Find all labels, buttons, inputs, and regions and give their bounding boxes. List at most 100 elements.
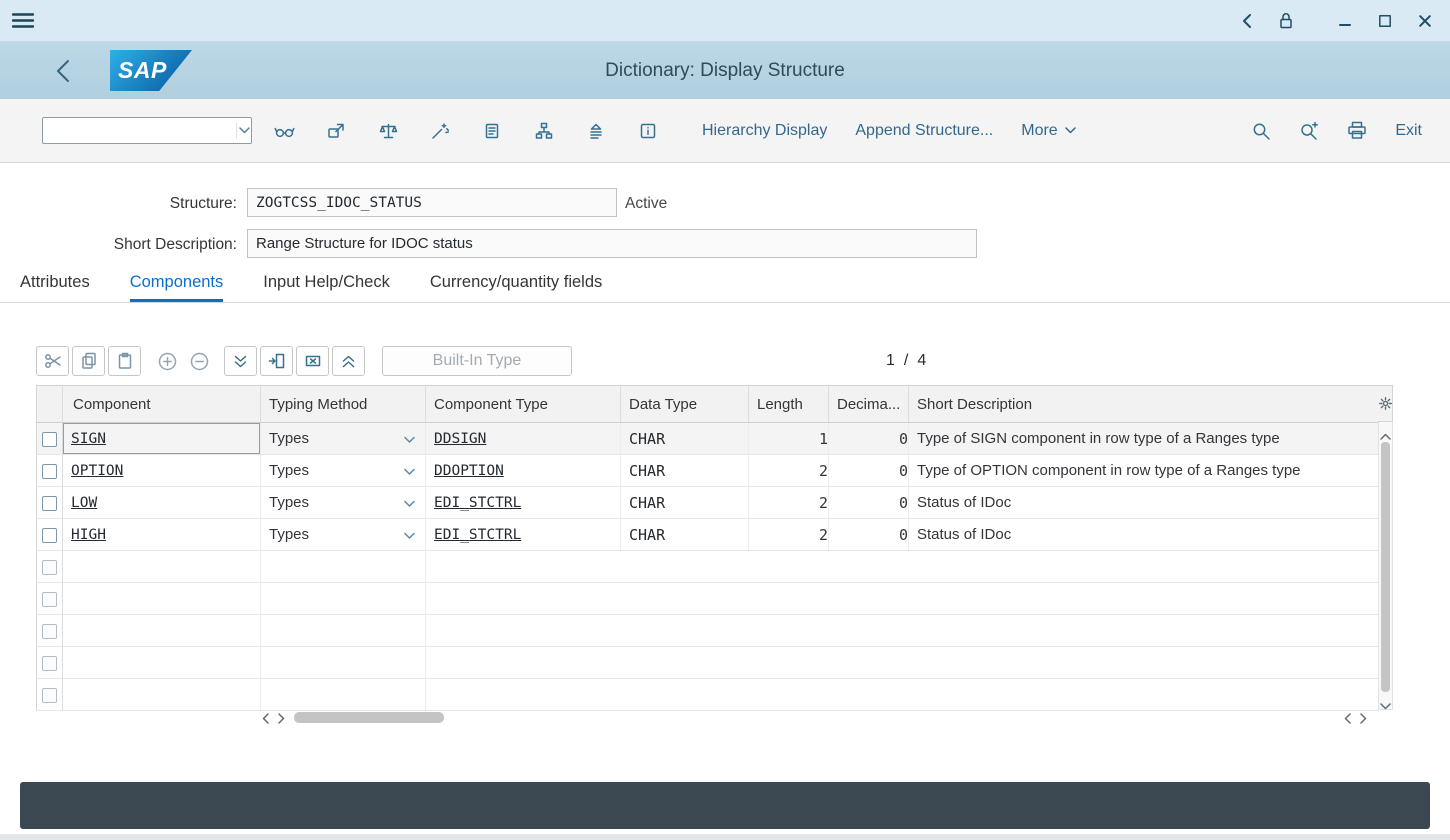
horizontal-scrollbar-thumb[interactable]: [294, 712, 444, 723]
delete-line-icon[interactable]: [296, 346, 329, 376]
cell-short-description[interactable]: Status of IDoc: [909, 519, 1379, 551]
cell-empty[interactable]: [426, 615, 1379, 647]
append-structure-button[interactable]: Append Structure...: [855, 122, 993, 140]
session-back-icon[interactable]: [1242, 13, 1252, 29]
sort-icon[interactable]: [570, 113, 622, 149]
column-header-component-type[interactable]: Component Type: [426, 386, 621, 423]
search-more-icon[interactable]: [1285, 113, 1333, 149]
cell-select[interactable]: [37, 615, 63, 647]
cell-component-type[interactable]: DDSIGN: [426, 423, 621, 455]
add-row-icon[interactable]: [152, 346, 182, 376]
cell-typing-method[interactable]: [261, 679, 426, 711]
tab-currency-quantity-fields[interactable]: Currency/quantity fields: [430, 268, 602, 302]
cell-component[interactable]: LOW: [63, 487, 261, 519]
column-header-data-type[interactable]: Data Type: [621, 386, 749, 423]
cell-length[interactable]: 1: [749, 423, 829, 455]
row-checkbox[interactable]: [42, 688, 57, 703]
cell-typing-method[interactable]: [261, 551, 426, 583]
cell-component[interactable]: OPTION: [63, 455, 261, 487]
short-description-input[interactable]: [256, 235, 968, 252]
component-link[interactable]: LOW: [71, 495, 97, 511]
activate-icon[interactable]: [414, 113, 466, 149]
cell-select[interactable]: [37, 519, 63, 551]
scroll-to-top-icon[interactable]: [332, 346, 365, 376]
row-checkbox[interactable]: [42, 560, 57, 575]
cell-typing-method[interactable]: [261, 647, 426, 679]
insert-line-icon[interactable]: [260, 346, 293, 376]
cell-decimals[interactable]: 0: [829, 455, 909, 487]
close-icon[interactable]: [1418, 14, 1432, 28]
cell-component[interactable]: [63, 583, 261, 615]
row-checkbox[interactable]: [42, 528, 57, 543]
cell-typing-method[interactable]: Types: [261, 487, 426, 519]
copy-icon[interactable]: [72, 346, 105, 376]
component-type-link[interactable]: EDI_STCTRL: [434, 495, 521, 511]
column-header-decimals[interactable]: Decima...: [829, 386, 909, 423]
cell-component[interactable]: [63, 647, 261, 679]
cell-short-description[interactable]: Type of SIGN component in row type of a …: [909, 423, 1379, 455]
print-icon[interactable]: [1333, 113, 1381, 149]
cell-data-type[interactable]: CHAR: [621, 519, 749, 551]
cell-length[interactable]: 2: [749, 455, 829, 487]
command-field[interactable]: [42, 117, 252, 144]
cell-empty[interactable]: [426, 679, 1379, 711]
cell-typing-method[interactable]: Types: [261, 455, 426, 487]
row-checkbox[interactable]: [42, 592, 57, 607]
cell-short-description[interactable]: Status of IDoc: [909, 487, 1379, 519]
tab-components[interactable]: Components: [130, 268, 224, 302]
cell-length[interactable]: 2: [749, 487, 829, 519]
more-button[interactable]: More: [1021, 122, 1075, 140]
exit-button[interactable]: Exit: [1395, 122, 1422, 140]
cell-data-type[interactable]: CHAR: [621, 487, 749, 519]
cell-component[interactable]: [63, 551, 261, 583]
scroll-down-icon[interactable]: [1380, 697, 1391, 715]
cell-component[interactable]: [63, 679, 261, 711]
cell-select[interactable]: [37, 647, 63, 679]
display-change-icon[interactable]: [258, 113, 310, 149]
menu-icon[interactable]: [12, 12, 34, 29]
component-type-link[interactable]: DDOPTION: [434, 463, 504, 479]
chevron-down-icon[interactable]: [236, 122, 251, 140]
cell-short-description[interactable]: Type of OPTION component in row type of …: [909, 455, 1379, 487]
cell-typing-method[interactable]: Types: [261, 423, 426, 455]
cell-select[interactable]: [37, 551, 63, 583]
cell-typing-method[interactable]: [261, 583, 426, 615]
chevron-down-icon[interactable]: [404, 430, 415, 447]
row-checkbox[interactable]: [42, 432, 57, 447]
hierarchy-display-button[interactable]: Hierarchy Display: [702, 122, 827, 140]
select-all-header[interactable]: [37, 386, 63, 423]
runtime-object-icon[interactable]: [466, 113, 518, 149]
maximize-icon[interactable]: [1378, 14, 1392, 28]
cut-icon[interactable]: [36, 346, 69, 376]
lock-icon[interactable]: [1278, 11, 1294, 30]
row-checkbox[interactable]: [42, 624, 57, 639]
component-type-link[interactable]: DDSIGN: [434, 431, 486, 447]
component-link[interactable]: OPTION: [71, 463, 123, 479]
component-link[interactable]: HIGH: [71, 527, 106, 543]
column-header-component[interactable]: Component: [63, 386, 261, 423]
row-checkbox[interactable]: [42, 656, 57, 671]
cell-select[interactable]: [37, 583, 63, 615]
cell-decimals[interactable]: 0: [829, 519, 909, 551]
information-icon[interactable]: [622, 113, 674, 149]
cell-component-type[interactable]: EDI_STCTRL: [426, 487, 621, 519]
cell-empty[interactable]: [426, 647, 1379, 679]
cell-decimals[interactable]: 0: [829, 487, 909, 519]
cell-select[interactable]: [37, 487, 63, 519]
scroll-left-icon[interactable]: [1344, 713, 1351, 724]
paste-icon[interactable]: [108, 346, 141, 376]
structure-field[interactable]: [247, 188, 617, 217]
cell-component[interactable]: SIGN: [63, 423, 261, 455]
cell-component[interactable]: HIGH: [63, 519, 261, 551]
vertical-scrollbar-thumb[interactable]: [1381, 442, 1390, 692]
cell-select[interactable]: [37, 455, 63, 487]
remove-row-icon[interactable]: [184, 346, 214, 376]
component-type-link[interactable]: EDI_STCTRL: [434, 527, 521, 543]
column-header-short-description[interactable]: Short Description: [909, 386, 1379, 423]
chevron-down-icon[interactable]: [404, 462, 415, 479]
cell-empty[interactable]: [426, 583, 1379, 615]
cell-component-type[interactable]: DDOPTION: [426, 455, 621, 487]
gear-icon[interactable]: [1379, 397, 1392, 410]
cell-data-type[interactable]: CHAR: [621, 423, 749, 455]
column-header-length[interactable]: Length: [749, 386, 829, 423]
